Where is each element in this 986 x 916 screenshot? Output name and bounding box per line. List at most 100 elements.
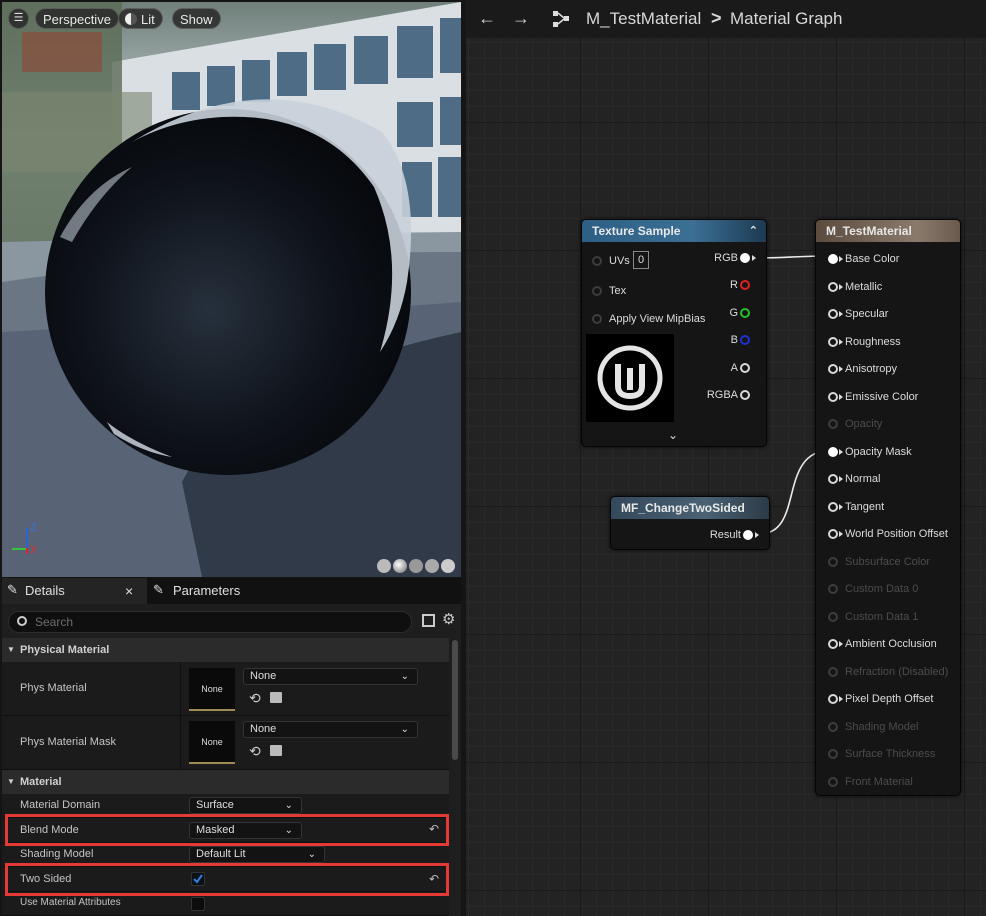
- section-physical-material-label: Physical Material: [20, 644, 110, 656]
- r-output-label: R: [730, 279, 738, 291]
- phys-material-thumbnail[interactable]: None: [189, 668, 235, 711]
- pin-arrow-icon: [839, 476, 843, 482]
- search-input[interactable]: Search: [8, 611, 412, 633]
- refraction-disabled-input-label: Refraction (Disabled): [845, 665, 949, 678]
- uvs-index-input[interactable]: 0: [633, 251, 649, 269]
- pin-arrow-icon: [839, 393, 843, 400]
- opacity-input-pin[interactable]: [828, 419, 838, 429]
- axis-gizmo: Z X: [8, 522, 48, 562]
- back-arrow-icon[interactable]: ←: [478, 8, 496, 29]
- browse-asset-icon[interactable]: [270, 692, 282, 703]
- phys-material-mask-value: None: [250, 723, 277, 735]
- details-scrollbar[interactable]: [452, 640, 458, 760]
- hamburger-icon: ☰: [13, 12, 24, 24]
- texture-sample-node[interactable]: Texture Sample ⌃ UVs 0 Tex Apply View Mi…: [581, 219, 767, 447]
- tex-label: Tex: [609, 285, 627, 297]
- specular-input-pin[interactable]: [828, 309, 838, 319]
- refraction-disabled-input-pin[interactable]: [828, 666, 838, 677]
- cylinder-icon[interactable]: [377, 559, 391, 573]
- g-output-pin[interactable]: [740, 308, 750, 318]
- phys-material-mask-dropdown[interactable]: None ⌄: [243, 721, 418, 738]
- sphere-icon[interactable]: [393, 559, 407, 573]
- table-view-icon[interactable]: [422, 614, 435, 627]
- material-output-node[interactable]: M_TestMaterial Base Color Metallic Specula…: [815, 219, 961, 796]
- base-color-input-pin[interactable]: [828, 254, 838, 264]
- breadcrumb-graph: Material Graph: [730, 9, 843, 28]
- material-output-header[interactable]: M_TestMaterial: [816, 220, 960, 242]
- ambient-occlusion-input-pin[interactable]: [828, 639, 838, 649]
- settings-icon[interactable]: ⚙: [442, 610, 455, 628]
- plane-icon[interactable]: [409, 559, 423, 573]
- show-button[interactable]: Show: [172, 8, 221, 29]
- collapse-up-icon[interactable]: ⌃: [749, 220, 758, 242]
- mf-change-two-sided-node[interactable]: MF_ChangeTwoSided Result: [610, 496, 770, 550]
- pixel-depth-offset-input-pin[interactable]: [828, 694, 838, 704]
- tex-input-pin[interactable]: [592, 286, 602, 296]
- anisotropy-input-pin[interactable]: [828, 364, 838, 374]
- cube-icon[interactable]: [425, 559, 439, 573]
- normal-input-pin[interactable]: [828, 474, 838, 484]
- use-selected-icon[interactable]: ⟲: [249, 743, 261, 760]
- world-position-offset-input-pin[interactable]: [828, 529, 838, 539]
- world-position-offset-input-label: World Position Offset: [845, 528, 948, 540]
- lit-button[interactable]: Lit: [118, 8, 163, 29]
- subsurface-color-input-pin[interactable]: [828, 556, 838, 567]
- close-tab-icon[interactable]: ×: [125, 578, 133, 604]
- pin-arrow-icon: [839, 696, 843, 702]
- mf-change-two-sided-title: MF_ChangeTwoSided: [621, 501, 745, 515]
- roughness-input-pin[interactable]: [828, 336, 838, 347]
- expand-down-icon[interactable]: ⌄: [668, 428, 678, 442]
- pin-arrow-icon: [755, 532, 759, 538]
- pin-arrow-icon: [839, 311, 843, 317]
- opacity-mask-input-pin[interactable]: [828, 446, 838, 457]
- metallic-input-pin[interactable]: [828, 281, 838, 292]
- teapot-icon[interactable]: [441, 559, 455, 573]
- phys-material-mask-thumbnail[interactable]: None: [189, 721, 235, 764]
- search-placeholder: Search: [35, 615, 74, 629]
- anisotropy-input-label: Anisotropy: [845, 363, 897, 375]
- shading-model-dropdown[interactable]: Default Lit ⌄: [189, 846, 325, 863]
- tab-parameters[interactable]: Parameters: [173, 578, 240, 604]
- uvs-input-pin[interactable]: [592, 256, 602, 266]
- rgba-output-label: RGBA: [706, 389, 738, 401]
- roughness-input-label: Roughness: [845, 335, 901, 348]
- section-material[interactable]: ▼ Material: [2, 770, 449, 794]
- pin-arrow-icon: [839, 641, 843, 647]
- custom-data-0-input-pin[interactable]: [828, 584, 838, 594]
- forward-arrow-icon[interactable]: →: [512, 8, 530, 29]
- material-domain-value: Surface: [196, 799, 234, 811]
- browse-asset-icon[interactable]: [270, 745, 282, 756]
- material-preview-viewport[interactable]: ☰ Perspective Lit Show Z X: [2, 2, 461, 577]
- phys-material-dropdown[interactable]: None ⌄: [243, 668, 418, 685]
- material-domain-dropdown[interactable]: Surface ⌄: [189, 797, 302, 814]
- tangent-input-pin[interactable]: [828, 501, 838, 512]
- mip-bias-input-pin[interactable]: [592, 314, 602, 324]
- texture-thumbnail: [586, 334, 674, 422]
- surface-thickness-input-pin[interactable]: [828, 749, 838, 759]
- emissive-color-input-pin[interactable]: [828, 391, 838, 402]
- texture-sample-title: Texture Sample: [592, 224, 681, 238]
- shading-model-input-pin[interactable]: [828, 721, 838, 732]
- rgb-output-pin[interactable]: [740, 253, 750, 263]
- material-domain-label: Material Domain: [20, 799, 101, 811]
- perspective-button[interactable]: Perspective: [35, 8, 119, 29]
- r-output-pin[interactable]: [740, 280, 750, 290]
- section-physical-material[interactable]: ▼ Physical Material: [2, 638, 449, 662]
- texture-sample-header[interactable]: Texture Sample ⌃: [582, 220, 766, 242]
- column-divider: [180, 662, 181, 716]
- material-graph-canvas[interactable]: ← → M_TestMaterial > Material Graph Text…: [466, 0, 986, 916]
- specular-input-label: Specular: [845, 308, 889, 320]
- mf-change-two-sided-header[interactable]: MF_ChangeTwoSided: [611, 497, 769, 519]
- result-output-pin[interactable]: [743, 530, 753, 540]
- b-output-pin[interactable]: [740, 335, 750, 345]
- custom-data-1-input-pin[interactable]: [828, 611, 838, 622]
- use-material-attributes-checkbox[interactable]: [191, 897, 205, 911]
- breadcrumb-asset[interactable]: M_TestMaterial: [586, 9, 701, 29]
- rgba-output-pin[interactable]: [740, 390, 750, 400]
- apply-view-mip-bias-label: Apply View MipBias: [609, 313, 706, 325]
- collapse-arrow-icon: ▼: [7, 645, 15, 654]
- a-output-pin[interactable]: [740, 363, 750, 373]
- viewport-menu-button[interactable]: ☰: [8, 8, 29, 29]
- use-selected-icon[interactable]: ⟲: [249, 690, 261, 707]
- front-material-input-pin[interactable]: [828, 776, 838, 787]
